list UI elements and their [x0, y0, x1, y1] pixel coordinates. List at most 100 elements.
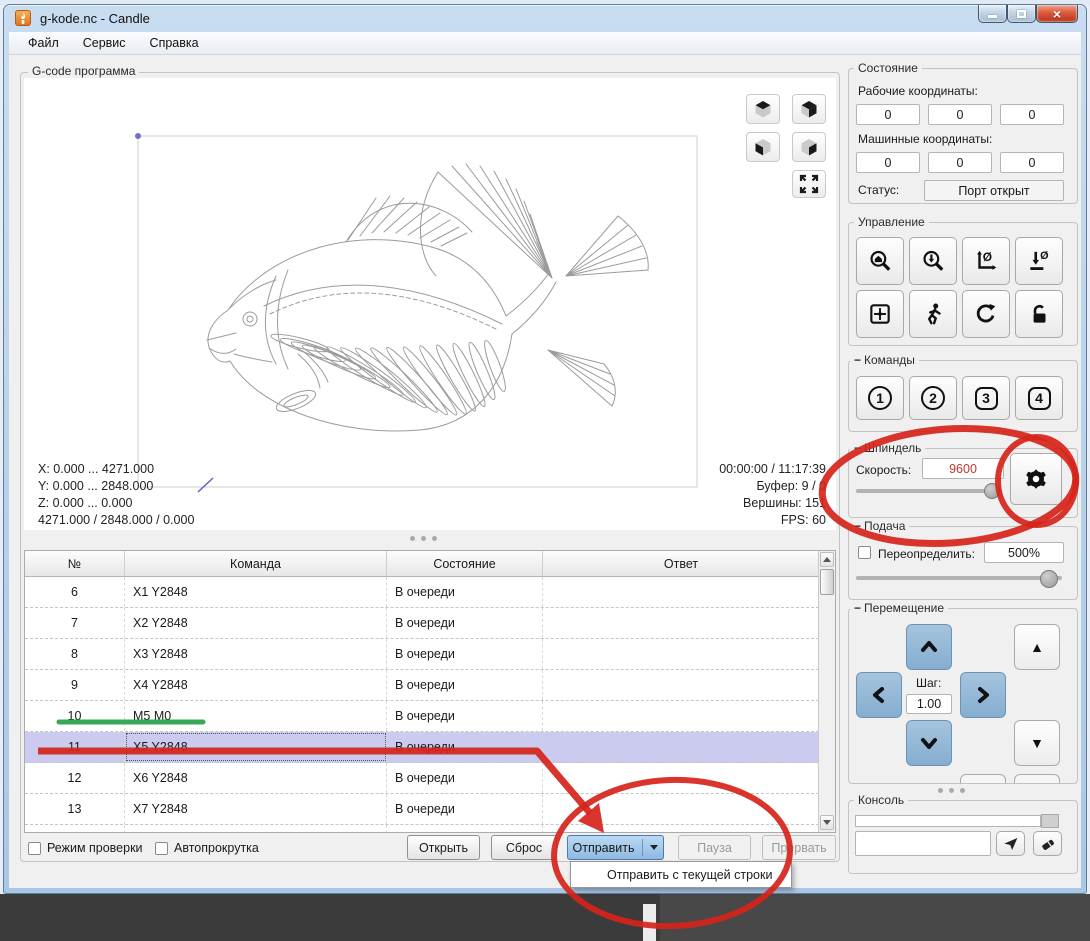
jog-extra-button-partial[interactable] — [960, 774, 1006, 783]
abort-button[interactable]: Прервать — [762, 835, 836, 860]
table-row[interactable]: 6 X1 Y2848 В очереди — [25, 577, 819, 608]
jog-z-minus-button[interactable]: ▼ — [1014, 720, 1060, 766]
spindle-speed-field[interactable]: 9600 — [922, 458, 1004, 479]
jog-step-label: Шаг: — [916, 676, 942, 690]
table-row[interactable]: 13 X7 Y2848 В очереди — [25, 794, 819, 825]
table-scrollbar[interactable] — [818, 551, 835, 832]
view-side-button[interactable] — [792, 132, 826, 162]
reset-button[interactable]: Сброс — [491, 835, 557, 860]
close-button[interactable]: × — [1036, 5, 1078, 23]
table-row[interactable]: 14X8 Y2848В очереди — [25, 825, 819, 832]
column-header-command[interactable]: Команда — [125, 551, 387, 576]
spindle-speed-slider[interactable] — [856, 489, 1002, 493]
title-bar[interactable] — [3, 4, 1087, 33]
panel-splitter[interactable] — [938, 788, 965, 793]
column-header-response[interactable]: Ответ — [543, 551, 819, 576]
origin-marker-dot — [135, 133, 141, 139]
unlock-button[interactable] — [1015, 290, 1063, 338]
check-mode-checkbox[interactable]: Режим проверки — [28, 841, 143, 855]
viewport-stats-left: X: 0.000 ... 4271.000 Y: 0.000 ... 2848.… — [38, 461, 194, 529]
collapse-toggle[interactable]: − — [854, 519, 861, 533]
spindle-slider-handle[interactable] — [984, 483, 1000, 499]
collapse-toggle[interactable]: − — [854, 353, 861, 367]
jog-y-plus-button[interactable] — [906, 624, 952, 670]
menu-file[interactable]: Файл — [17, 33, 70, 53]
user-command-3-button[interactable]: 3 — [962, 376, 1010, 420]
send-button[interactable]: Отправить — [567, 835, 664, 860]
autoscroll-label: Автопрокрутка — [174, 841, 259, 855]
feed-slider-handle[interactable] — [1040, 570, 1058, 588]
zero-xy-button[interactable]: Ø — [962, 237, 1010, 285]
status-value[interactable]: Порт открыт — [924, 180, 1064, 201]
search-home-button[interactable] — [856, 237, 904, 285]
scroll-down-arrow[interactable] — [820, 815, 834, 830]
feed-override-field[interactable]: 500% — [984, 542, 1064, 563]
menu-item-send-from-current-line[interactable]: Отправить с текущей строки — [607, 868, 772, 882]
view-front-button[interactable] — [746, 132, 780, 162]
cube-front-view-icon — [755, 139, 771, 156]
collapse-toggle[interactable]: − — [854, 601, 861, 615]
candle-app-icon — [15, 10, 31, 26]
scrollbar-thumb[interactable] — [820, 569, 834, 595]
user-command-1-button[interactable]: 1 — [856, 376, 904, 420]
spindle-toggle-button[interactable] — [1010, 453, 1062, 505]
search-z-probe-button[interactable] — [909, 237, 957, 285]
jog-extra-button-partial[interactable] — [1014, 774, 1060, 783]
console-send-button[interactable] — [996, 831, 1025, 856]
safe-position-button[interactable] — [909, 290, 957, 338]
jog-step-field[interactable]: 1.00 — [906, 694, 952, 714]
column-header-state[interactable]: Состояние — [387, 551, 543, 576]
axis-marker — [197, 477, 214, 493]
table-row[interactable]: 7 X2 Y2848 В очереди — [25, 608, 819, 639]
jog-y-minus-button[interactable] — [906, 720, 952, 766]
restore-origin-button[interactable] — [856, 290, 904, 338]
console-group-title: Консоль — [854, 793, 909, 807]
scroll-up-arrow[interactable] — [820, 552, 834, 567]
jog-z-plus-button[interactable]: ▲ — [1014, 624, 1060, 670]
stat-dimensions: 4271.000 / 2848.000 / 0.000 — [38, 513, 195, 527]
close-icon: × — [1052, 5, 1062, 22]
feed-override-checkbox[interactable] — [858, 546, 871, 559]
jog-x-plus-button[interactable] — [960, 672, 1006, 718]
gear-icon — [1026, 469, 1046, 489]
table-row[interactable]: 10 M5 M0 В очереди — [25, 701, 819, 732]
zero-z-button[interactable]: Ø — [1015, 237, 1063, 285]
open-button[interactable]: Открыть — [407, 835, 480, 860]
minimize-button[interactable] — [978, 5, 1007, 23]
zero-z-icon: Ø — [1030, 250, 1049, 270]
reset-button-icon-btn[interactable] — [962, 290, 1010, 338]
user-command-2-button[interactable]: 2 — [909, 376, 957, 420]
view-isometric-button[interactable] — [792, 94, 826, 124]
cube-side-view-icon — [801, 139, 817, 156]
zero-xy-icon: Ø — [977, 250, 997, 270]
gcode-table: № Команда Состояние Ответ 6 X1 Y2848 В оче… — [24, 550, 836, 833]
user-command-4-button[interactable]: 4 — [1015, 376, 1063, 420]
pause-button[interactable]: Пауза — [678, 835, 751, 860]
table-row[interactable]: 8 X3 Y2848 В очереди — [25, 639, 819, 670]
maximize-button[interactable] — [1007, 5, 1036, 23]
console-input[interactable] — [855, 831, 991, 856]
svg-text:Ø: Ø — [983, 250, 992, 264]
fit-view-button[interactable] — [792, 170, 826, 198]
table-row[interactable]: 12 X6 Y2848 В очереди — [25, 763, 819, 794]
reset-icon — [976, 303, 996, 323]
clear-console-icon — [1041, 839, 1054, 850]
triangle-up-icon — [823, 557, 831, 562]
stat-buffer: Буфер: 9 / 0 — [756, 479, 827, 493]
table-row-selected[interactable]: 11 X5 Y2848 В очереди — [25, 732, 819, 763]
menu-service[interactable]: Сервис — [72, 33, 137, 53]
feed-override-slider[interactable] — [856, 576, 1062, 580]
console-scrollbar[interactable] — [1041, 814, 1059, 828]
table-row[interactable]: 9 X4 Y2848 В очереди — [25, 670, 819, 701]
view-top-button[interactable] — [746, 94, 780, 124]
column-header-number[interactable]: № — [25, 551, 125, 576]
jog-x-minus-button[interactable] — [856, 672, 902, 718]
menu-help[interactable]: Справка — [139, 33, 210, 53]
viewport-table-splitter[interactable] — [410, 536, 437, 541]
autoscroll-checkbox[interactable]: Автопрокрутка — [155, 841, 259, 855]
console-output[interactable] — [855, 815, 1041, 827]
console-clear-button[interactable] — [1033, 831, 1062, 856]
collapse-toggle[interactable]: − — [854, 441, 861, 455]
send-button-separator — [642, 839, 644, 856]
safe-position-icon — [927, 303, 941, 325]
